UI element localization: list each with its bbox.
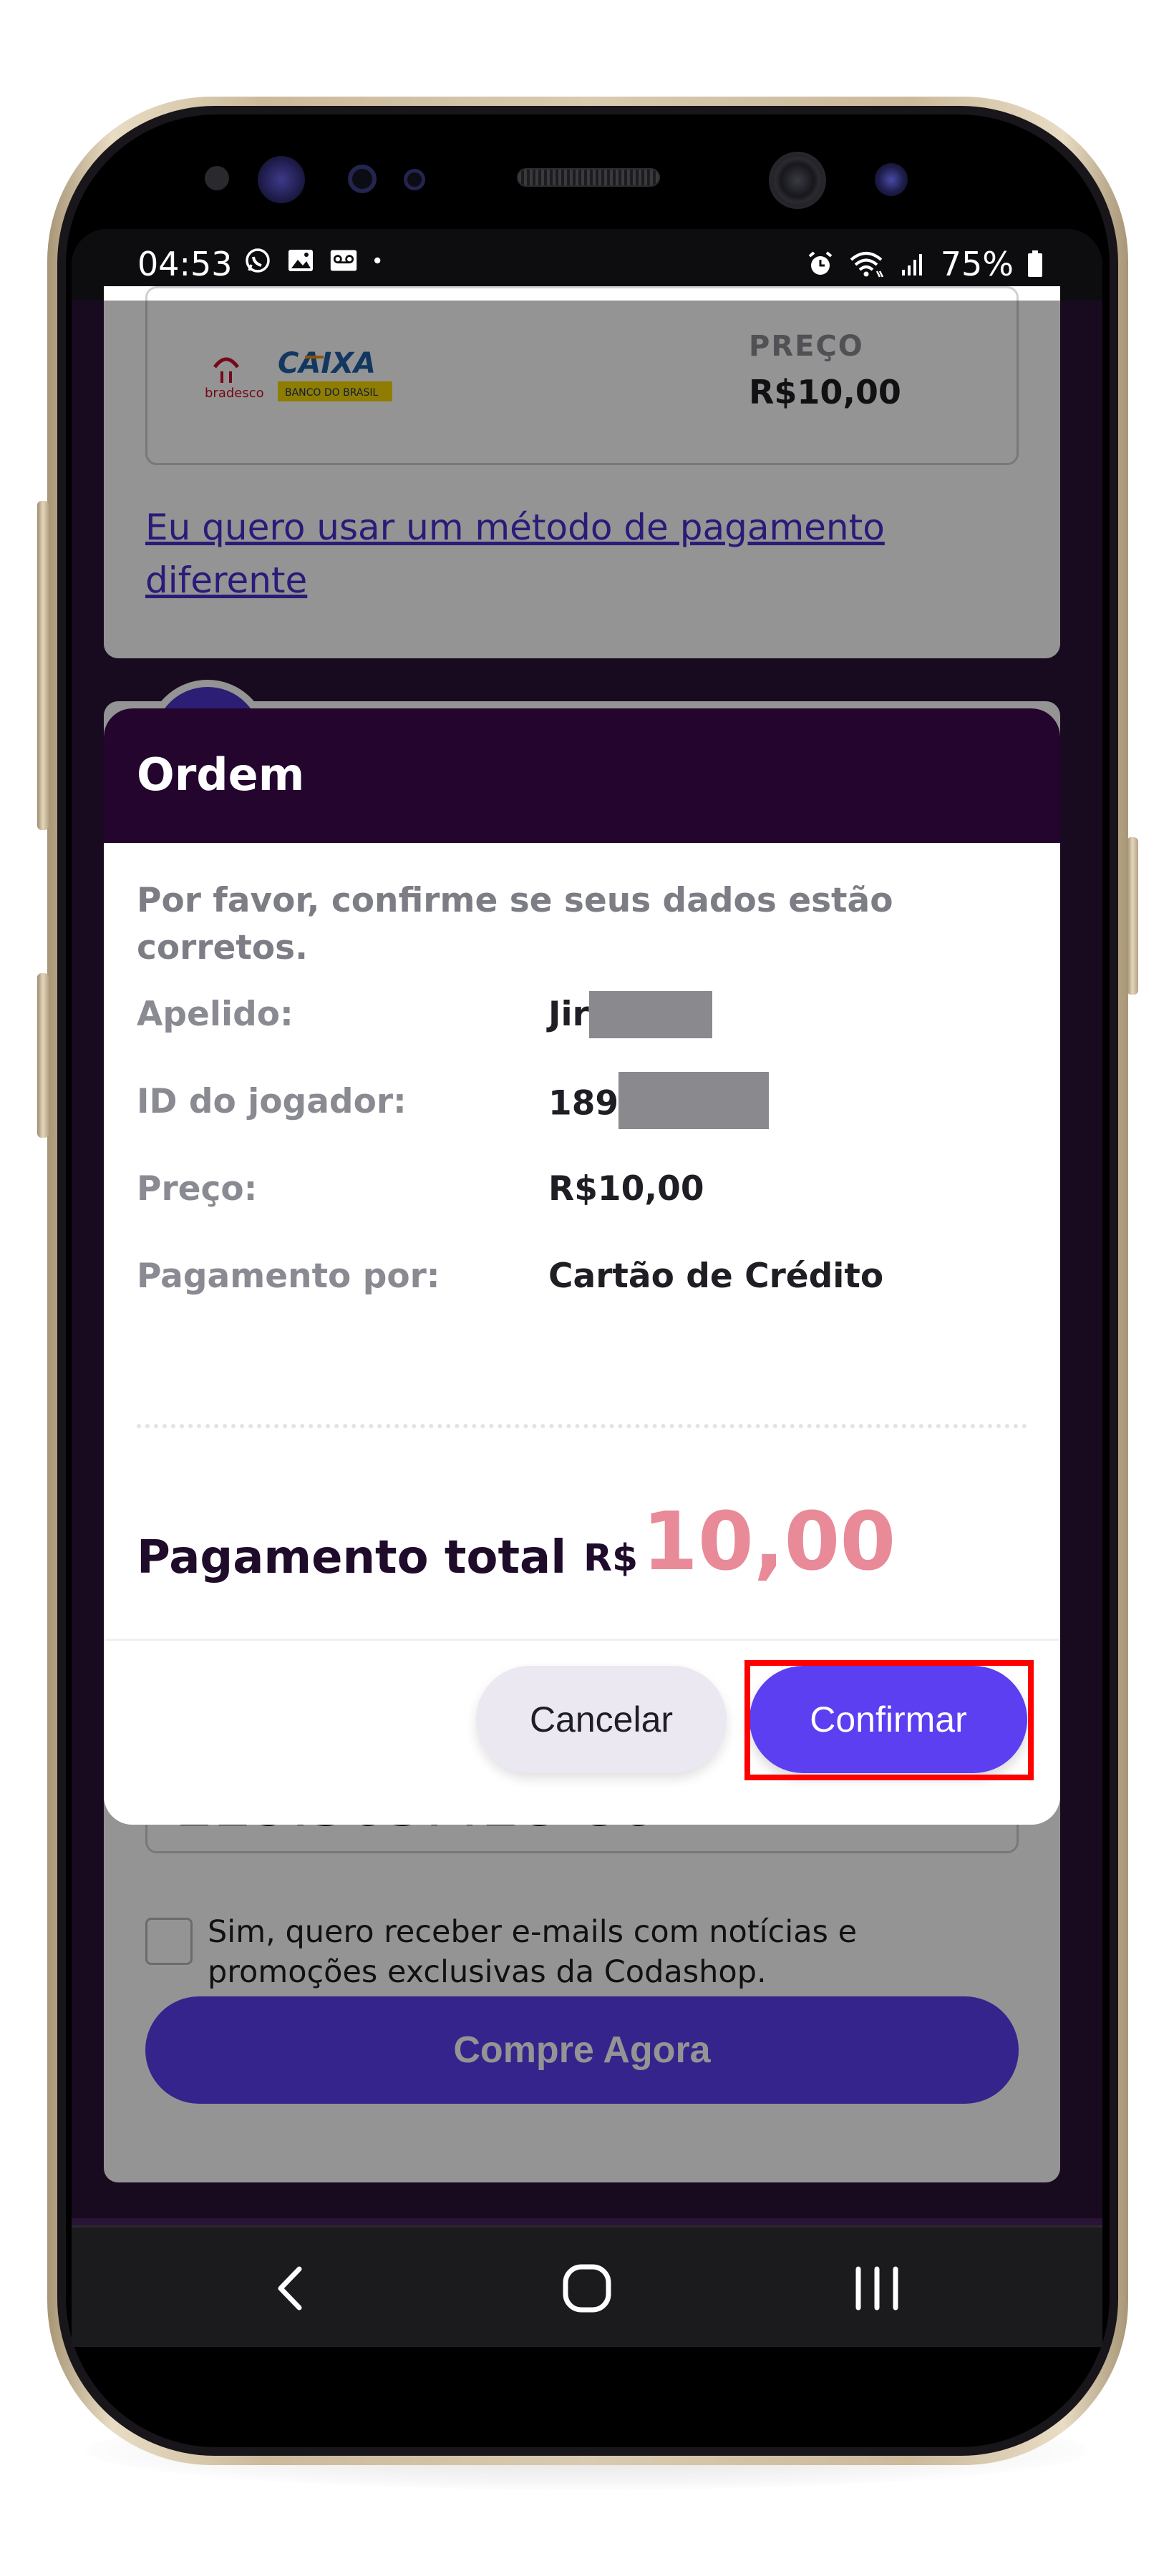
battery-icon	[1028, 250, 1042, 277]
nav-back-button[interactable]	[251, 2256, 329, 2321]
player-id-value: 189	[548, 1083, 619, 1123]
earpiece-speaker	[517, 168, 660, 187]
proximity-sensor-icon	[205, 166, 229, 190]
detail-row-nickname: Apelido: Jir	[137, 990, 1032, 1045]
detail-label: ID do jogador:	[137, 1082, 407, 1121]
sensor-dot-icon	[875, 163, 908, 196]
dotted-divider	[137, 1424, 1027, 1428]
phone-screen: 04:53 75% bradesco CAIXA BANCO DO BRASIL…	[72, 229, 1102, 2347]
notification-icons	[243, 246, 389, 275]
recents-icon	[855, 2266, 898, 2311]
payment-method-value: Cartão de Crédito	[548, 1257, 884, 1296]
battery-percent: 75%	[940, 245, 1014, 283]
cancel-button[interactable]: Cancelar	[476, 1666, 727, 1773]
detail-row-player-id: ID do jogador: 189	[137, 1072, 1032, 1132]
detail-value: 189	[548, 1072, 770, 1129]
total-amount: 10,00	[642, 1496, 896, 1589]
status-right: 75%	[806, 245, 1045, 283]
whatsapp-icon	[246, 248, 270, 273]
gallery-icon	[288, 250, 313, 271]
status-time: 04:53	[137, 245, 233, 283]
iris-scanner-icon	[258, 156, 305, 203]
price-detail-value: R$10,00	[548, 1169, 704, 1209]
detail-label: Preço:	[137, 1169, 258, 1209]
front-camera-icon	[769, 152, 826, 209]
signal-icon	[901, 254, 922, 275]
nav-home-button[interactable]	[548, 2256, 626, 2321]
modal-footer-divider	[104, 1639, 1060, 1641]
total-payment-label: Pagamento total	[137, 1531, 567, 1584]
nickname-value: Jir	[548, 995, 589, 1034]
detail-label: Apelido:	[137, 995, 294, 1034]
modal-header: Ordem	[104, 708, 1060, 843]
detail-value: Jir	[548, 990, 712, 1038]
nav-recents-button[interactable]	[838, 2256, 916, 2321]
navigation-bar	[72, 2225, 1102, 2347]
total-currency: R$	[583, 1537, 639, 1580]
confirm-highlight-box	[744, 1660, 1034, 1780]
wifi-icon	[850, 252, 883, 278]
modal-intro-text: Por favor, confirme se seus dados estão …	[137, 881, 893, 967]
detail-label: Pagamento por:	[137, 1257, 440, 1296]
redaction-block	[618, 1072, 770, 1129]
dot-icon	[374, 257, 381, 264]
alarm-icon	[808, 251, 833, 275]
order-modal: Ordem Por favor, confirme se seus dados …	[104, 708, 1060, 1825]
sensor-ring-icon	[348, 165, 377, 193]
phone-power-button	[1127, 837, 1138, 995]
phone-side-button	[37, 973, 49, 1138]
back-icon	[278, 2266, 302, 2311]
voicemail-icon	[330, 250, 357, 271]
detail-row-price: Preço: R$10,00	[137, 1169, 1032, 1219]
phone-side-button	[37, 501, 49, 830]
redaction-block	[588, 990, 712, 1038]
modal-title: Ordem	[137, 748, 305, 801]
home-icon	[563, 2264, 611, 2313]
detail-row-payment: Pagamento por: Cartão de Crédito	[137, 1257, 1032, 1307]
sensor-ring-icon	[404, 169, 425, 190]
